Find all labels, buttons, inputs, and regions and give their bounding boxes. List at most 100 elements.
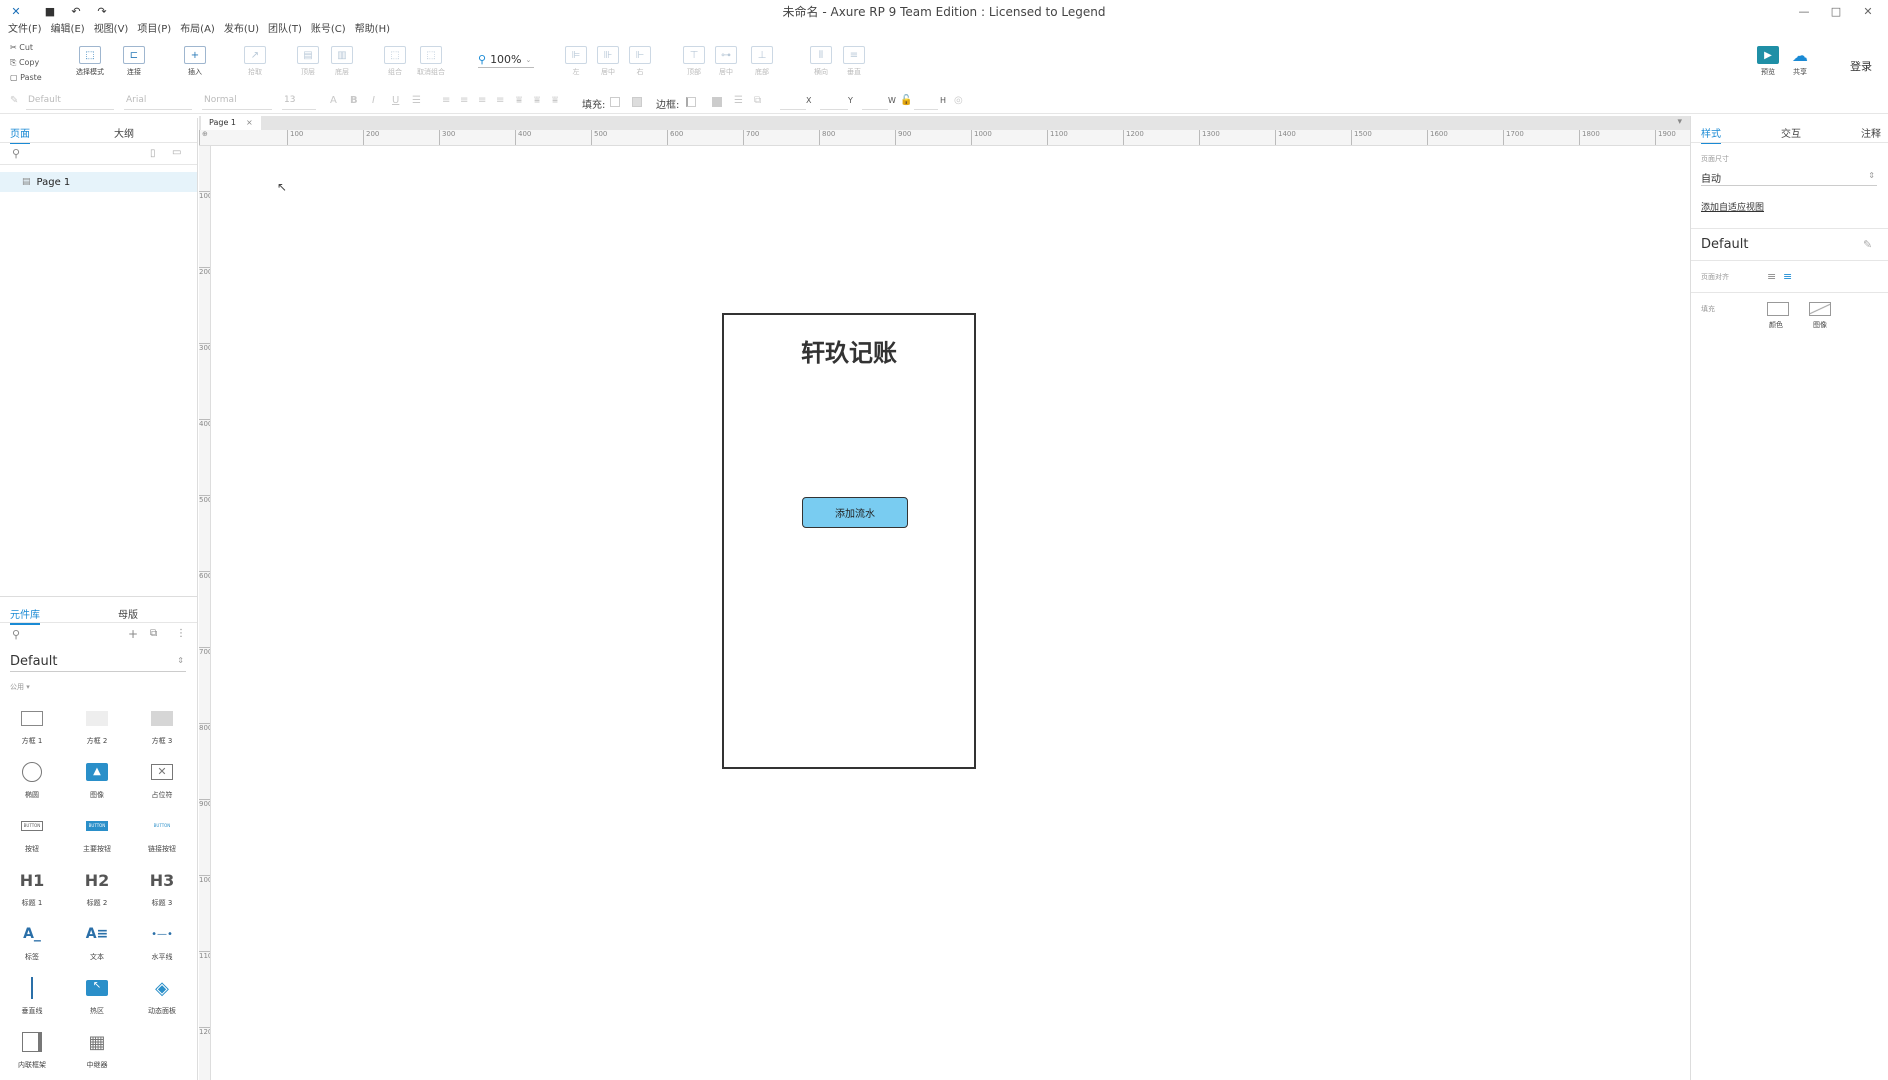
group-button[interactable]: ⬚ 组合 <box>375 46 415 77</box>
page-search-icon[interactable]: ⚲ <box>12 147 20 160</box>
style-select[interactable]: Default <box>26 95 114 110</box>
zoom-select[interactable]: ⚲ 100% ⌄ <box>478 52 534 68</box>
tab-close-icon[interactable]: × <box>246 116 253 130</box>
library-more-icon[interactable]: ⋮ <box>176 628 186 639</box>
align-bottom-button[interactable]: ⊥ 底部 <box>742 46 782 77</box>
add-entry-button[interactable]: 添加流水 <box>802 497 908 528</box>
widget-box1[interactable]: 方框 1 <box>2 704 62 758</box>
border-width-swatch[interactable] <box>712 97 722 107</box>
valign-middle-icon[interactable]: ⩸ <box>534 95 540 106</box>
library-category[interactable]: 公用 ▾ <box>10 682 30 692</box>
border-visibility-icon[interactable]: ⧉ <box>754 95 761 106</box>
italic-icon[interactable]: I <box>372 95 375 106</box>
add-library-icon[interactable]: + <box>128 627 138 641</box>
menu-arrange[interactable]: 布局(A) <box>180 22 215 38</box>
widget-image[interactable]: ▲ 图像 <box>67 758 127 812</box>
valign-bottom-icon[interactable]: ⩸ <box>552 95 558 106</box>
border-style-icon[interactable]: ☰ <box>734 95 743 106</box>
add-adaptive-view-link[interactable]: 添加自适应视图 <box>1701 200 1764 213</box>
style-manage-icon[interactable]: ✎ <box>1863 238 1872 251</box>
menu-project[interactable]: 项目(P) <box>137 22 171 38</box>
fill-image-swatch[interactable] <box>1809 302 1831 316</box>
tab-notes[interactable]: 注释 <box>1861 125 1881 140</box>
fill-color-swatch[interactable] <box>1767 302 1789 316</box>
distribute-vertical-button[interactable]: ≡ 垂直 <box>834 46 874 77</box>
widget-primary-button[interactable]: BUTTON 主要按钮 <box>67 812 127 866</box>
tab-dropdown-icon[interactable]: ▾ <box>1677 117 1682 127</box>
font-weight-select[interactable]: Normal <box>202 95 272 110</box>
menu-view[interactable]: 视图(V) <box>94 22 129 38</box>
menu-edit[interactable]: 编辑(E) <box>51 22 85 38</box>
library-window-icon[interactable]: ⧉ <box>150 628 157 639</box>
widget-button[interactable]: BUTTON 按钮 <box>2 812 62 866</box>
widget-text[interactable]: A≡ 文本 <box>67 920 127 974</box>
cut-button[interactable]: ✂ Cut <box>10 43 33 52</box>
y-input[interactable] <box>820 95 848 110</box>
lock-ratio-icon[interactable]: 🔓 <box>900 95 912 106</box>
widget-placeholder[interactable]: ✕ 占位符 <box>132 758 192 812</box>
menu-file[interactable]: 文件(F) <box>8 22 42 38</box>
widget-hline[interactable]: •—• 水平线 <box>132 920 192 974</box>
menu-team[interactable]: 团队(T) <box>268 22 302 38</box>
widget-ellipse[interactable]: 椭圆 <box>2 758 62 812</box>
font-size-select[interactable]: 13 <box>282 95 316 110</box>
page-tab[interactable]: Page 1 × <box>201 116 261 130</box>
widget-h3[interactable]: H3 标题 3 <box>132 866 192 920</box>
phone-frame[interactable]: 轩玖记账 添加流水 <box>722 313 976 769</box>
valign-top-icon[interactable]: ⩸ <box>516 95 522 106</box>
connect-button[interactable]: ⊏ 连接 <box>114 46 154 77</box>
tab-outline[interactable]: 大纲 <box>114 125 134 140</box>
h-input[interactable] <box>914 95 938 110</box>
text-justify-icon[interactable]: ≡ <box>496 95 504 106</box>
widget-box2[interactable]: 方框 2 <box>67 704 127 758</box>
share-button[interactable]: ☁ 共享 <box>1780 46 1820 77</box>
widget-h2[interactable]: H2 标题 2 <box>67 866 127 920</box>
menu-publish[interactable]: 发布(U) <box>224 22 259 38</box>
widget-dynamic-panel[interactable]: ◈ 动态面板 <box>132 974 192 1028</box>
widget-vline[interactable]: 垂直线 <box>2 974 62 1028</box>
select-mode-button[interactable]: ⬚ 选择模式 <box>70 46 110 77</box>
app-title-text[interactable]: 轩玖记账 <box>724 333 974 368</box>
widget-h1[interactable]: H1 标题 1 <box>2 866 62 920</box>
add-folder-icon[interactable]: ▭ <box>172 147 181 158</box>
widget-hotspot[interactable]: ↖ 热区 <box>67 974 127 1028</box>
font-select[interactable]: Arial <box>124 95 192 110</box>
fill-shadow-swatch[interactable] <box>632 97 642 107</box>
maximize-icon[interactable]: □ <box>1822 2 1850 20</box>
bold-icon[interactable]: B <box>350 95 358 106</box>
style-edit-icon[interactable]: ✎ <box>10 95 18 106</box>
library-select[interactable]: Default ⇕ <box>10 654 186 672</box>
page-align-left-icon[interactable]: ≡ <box>1767 270 1776 283</box>
widget-box3[interactable]: 方框 3 <box>132 704 192 758</box>
x-input[interactable] <box>780 95 806 110</box>
add-page-icon[interactable]: ▯ <box>150 148 156 159</box>
insert-button[interactable]: + 插入 <box>175 46 215 77</box>
menu-account[interactable]: 账号(C) <box>311 22 346 38</box>
align-middle-button[interactable]: ⊶ 居中 <box>706 46 746 77</box>
page-style-name[interactable]: Default <box>1701 237 1749 252</box>
design-canvas[interactable]: Page 1 × ▾ ⊕ 100 200 300 400 500 600 700… <box>199 116 1690 1080</box>
text-color-icon[interactable]: A <box>330 95 337 106</box>
widget-repeater[interactable]: ▦ 中继器 <box>67 1028 127 1080</box>
tab-interaction[interactable]: 交互 <box>1781 125 1801 140</box>
align-right-button[interactable]: ⊩ 右 <box>620 46 660 77</box>
list-icon[interactable]: ☰ <box>412 95 421 106</box>
text-align-right-icon[interactable]: ≡ <box>478 95 486 106</box>
w-input[interactable] <box>862 95 888 110</box>
page-size-select[interactable]: 自动 ⇕ <box>1701 170 1877 186</box>
ungroup-button[interactable]: ⬚ 取消组合 <box>411 46 451 77</box>
text-align-center-icon[interactable]: ≡ <box>460 95 468 106</box>
fill-color-swatch[interactable] <box>610 97 620 107</box>
library-search-icon[interactable]: ⚲ <box>12 628 20 641</box>
copy-button[interactable]: ⎘ Copy <box>10 58 39 68</box>
widget-inline-frame[interactable]: 内联框架 <box>2 1028 62 1080</box>
border-color-swatch[interactable] <box>686 97 696 107</box>
widget-link-button[interactable]: BUTTON 链接按钮 <box>132 812 192 866</box>
minimize-icon[interactable]: — <box>1790 2 1818 20</box>
page-align-center-icon[interactable]: ≡ <box>1783 270 1792 283</box>
text-align-left-icon[interactable]: ≡ <box>442 95 450 106</box>
widget-label[interactable]: A_ 标签 <box>2 920 62 974</box>
underline-icon[interactable]: U <box>392 95 399 106</box>
paste-button[interactable]: ▢ Paste <box>10 73 42 82</box>
menu-help[interactable]: 帮助(H) <box>355 22 390 38</box>
